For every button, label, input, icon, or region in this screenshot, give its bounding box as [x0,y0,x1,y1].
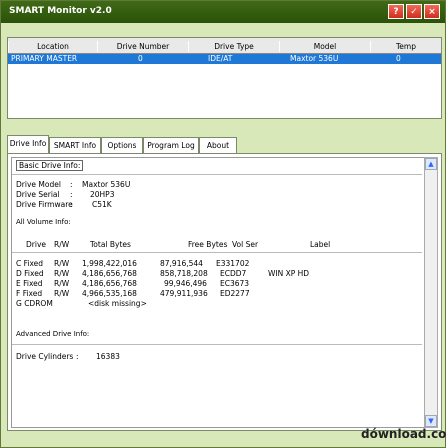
close-button[interactable]: × [424,4,440,19]
scroll-up-icon[interactable]: ▲ [425,158,437,170]
drive-list-header: Location Drive Number Drive Type Model T… [8,38,442,54]
row-drive-type: IDE/AT [208,54,233,63]
drive-list-panel: Location Drive Number Drive Type Model T… [7,37,442,119]
volume-ser: EC3673 [220,279,250,288]
drive-serial-label: Drive Serial [16,190,60,199]
row-model: Maxtor 536U [290,54,339,63]
cylinders-label: Drive Cylinders [16,352,74,361]
drive-row-selected[interactable]: PRIMARY MASTER 0 IDE/AT Maxtor 536U 0 [8,54,441,64]
colon: : [76,352,79,361]
volume-drive: E Fixed [16,279,43,288]
volume-rw: R/W [54,289,70,298]
volume-total: 4,186,656,768 [82,269,137,278]
volume-header-total: Total Bytes [90,240,131,249]
tab-about[interactable]: About [199,137,237,153]
title-bar[interactable]: SMART Monitor v2.0 ? ✓ × [1,1,445,23]
advanced-info-title: Advanced Drive Info: [16,330,90,338]
tab-smart-info[interactable]: SMART Info [49,137,101,153]
column-drive-number[interactable]: Drive Number [97,41,189,52]
volume-total: <disk missing> [88,299,147,308]
volume-total: 4,186,656,768 [82,279,137,288]
column-drive-type[interactable]: Drive Type [188,41,280,52]
volume-info-title: All Volume Info: [16,218,71,226]
tab-drive-info[interactable]: Drive Info [7,135,49,153]
volume-total: 1,998,422,016 [82,259,137,268]
volume-drive: G CDROM [16,299,53,308]
tab-options[interactable]: Options [101,137,143,153]
drive-info-panel: Basic Drive Info: Drive Model : Maxtor 5… [7,153,442,431]
tab-program-log[interactable]: Program Log [143,137,199,153]
watermark-logo: dównload.com [361,427,446,441]
divider [12,174,422,175]
row-temp: 0 [396,54,401,63]
colon: : [70,180,73,189]
drive-model-value: Maxtor 536U [82,180,131,189]
volume-rw: R/W [54,279,70,288]
volume-label: WIN XP HD [268,269,310,278]
volume-total: 4,966,535,168 [82,289,137,298]
volume-rw: R/W [54,269,70,278]
column-temp[interactable]: Temp [370,41,442,52]
help-button[interactable]: ? [388,4,404,19]
main-window: SMART Monitor v2.0 ? ✓ × Location Drive … [0,0,446,448]
drive-info-text[interactable]: Basic Drive Info: Drive Model : Maxtor 5… [11,157,427,428]
volume-header-label: Label [310,240,331,249]
drive-firmware-value: C51K [92,200,112,209]
drive-model-label: Drive Model [16,180,61,189]
volume-header-rw: R/W [54,240,70,249]
column-model[interactable]: Model [279,41,371,52]
volume-ser: E331702 [216,259,250,268]
volume-header-drive: Drive [26,240,46,249]
app-title: SMART Monitor v2.0 [9,6,112,16]
divider [12,344,422,345]
volume-free: 87,916,544 [160,259,203,268]
volume-drive: C Fixed [16,259,44,268]
volume-drive: F Fixed [16,289,43,298]
volume-free: 479,911,936 [160,289,208,298]
scroll-down-icon[interactable]: ▼ [425,415,437,427]
volume-header-volser: Vol Ser [232,240,259,249]
volume-free: 858,718,208 [160,269,208,278]
colon: : [70,200,73,209]
volume-rw: R/W [54,259,70,268]
drive-firmware-label: Drive Firmware [16,200,73,209]
volume-ser: ED2277 [220,289,250,298]
minimize-button[interactable]: ✓ [406,4,422,19]
colon: : [70,190,73,199]
row-drive-number: 0 [138,54,143,63]
basic-info-title: Basic Drive Info: [16,160,84,171]
vertical-scrollbar[interactable]: ▲ ▼ [424,157,438,428]
divider [12,252,422,253]
volume-drive: D Fixed [16,269,44,278]
row-location: PRIMARY MASTER [11,54,78,63]
column-location[interactable]: Location [8,41,98,52]
volume-header-free: Free Bytes [188,240,228,249]
drive-serial-value: 20HP3 [90,190,115,199]
volume-free: 99,946,496 [164,279,207,288]
cylinders-value: 16383 [96,352,120,361]
volume-ser: ECDD7 [220,269,247,278]
